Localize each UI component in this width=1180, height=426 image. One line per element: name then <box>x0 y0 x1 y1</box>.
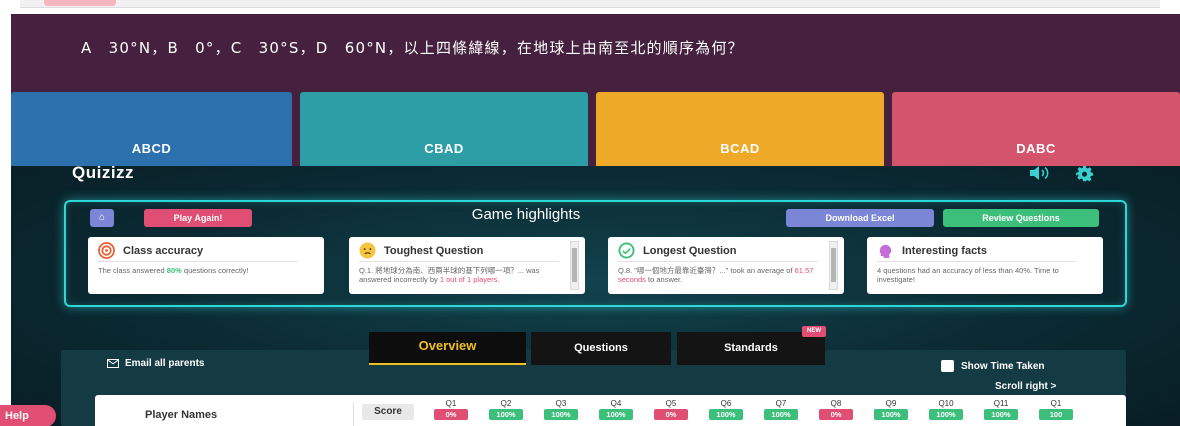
question-column[interactable]: Q2 100% <box>489 399 523 420</box>
card-divider <box>359 261 559 262</box>
scrollbar-thumb[interactable] <box>831 248 836 282</box>
card-divider <box>877 261 1077 262</box>
question-accuracy-badge: 100 <box>1039 409 1073 420</box>
question-column[interactable]: Q1 0% <box>434 399 468 420</box>
toughest-question-title: Toughest Question <box>384 244 484 257</box>
question-accuracy-badge: 100% <box>929 409 963 420</box>
longest-question-card[interactable]: Longest Question Q.8. "哪一個地方最靠近臺灣？..." t… <box>608 237 844 294</box>
toughest-question-card[interactable]: Toughest Question Q.1. 將地球分為南、西兩半球的基下列哪一… <box>349 237 585 294</box>
email-all-parents-button[interactable]: Email all parents <box>107 358 204 369</box>
option-c[interactable]: BCAD <box>596 92 884 166</box>
question-column[interactable]: Q1 100 <box>1039 399 1073 420</box>
game-highlights: ⌂ Play Again! Game highlights Download E… <box>64 200 1127 307</box>
review-questions-button[interactable]: Review Questions <box>943 209 1099 227</box>
question-number: Q1 <box>445 399 457 408</box>
report-panel: Quizizz ⌂ Play Again! Game highlights Do… <box>11 166 1180 426</box>
question-number: Q7 <box>775 399 787 408</box>
show-time-taken-label: Show Time Taken <box>961 360 1045 372</box>
column-divider <box>353 402 354 426</box>
quizizz-logo: Quizizz <box>72 166 135 182</box>
sound-icon[interactable] <box>1030 166 1052 180</box>
question-accuracy-badge: 100% <box>764 409 798 420</box>
worried-face-icon <box>359 242 376 259</box>
interesting-facts-text: 4 questions had an accuracy of less than… <box>877 266 1059 284</box>
question-number: Q4 <box>610 399 622 408</box>
answer-options: ABCD CBAD BCAD DABC <box>11 92 1180 166</box>
question-number: Q6 <box>720 399 732 408</box>
download-excel-button[interactable]: Download Excel <box>786 209 934 227</box>
question-accuracy-badge: 100% <box>984 409 1018 420</box>
class-accuracy-text: The class answered 80% questions correct… <box>98 266 249 275</box>
question-number: Q10 <box>938 399 954 408</box>
question-number: Q9 <box>885 399 897 408</box>
question-accuracy-badge: 100% <box>489 409 523 420</box>
question-panel: A 30°N，B 0°，C 30°S，D 60°N，以上四條緯線，在地球上由南至… <box>11 14 1180 166</box>
question-number: Q3 <box>555 399 567 408</box>
card-scrollbar[interactable] <box>570 241 579 290</box>
option-a[interactable]: ABCD <box>11 92 292 166</box>
show-time-taken-toggle[interactable]: Show Time Taken <box>941 360 1045 372</box>
question-column[interactable]: Q8 0% <box>819 399 853 420</box>
question-column[interactable]: Q9 100% <box>874 399 908 420</box>
question-accuracy-badge: 0% <box>434 409 468 420</box>
longest-question-text: Q.8. "哪一個地方最靠近臺灣？..." took an average of… <box>618 266 814 284</box>
question-column[interactable]: Q3 100% <box>544 399 578 420</box>
question-number: Q2 <box>500 399 512 408</box>
question-column[interactable]: Q6 100% <box>709 399 743 420</box>
interesting-facts-card[interactable]: Interesting facts 4 questions had an acc… <box>867 237 1103 294</box>
question-number: Q8 <box>830 399 842 408</box>
new-badge: NEW <box>802 326 826 337</box>
card-divider <box>618 261 818 262</box>
class-accuracy-card[interactable]: Class accuracy The class answered 80% qu… <box>88 237 324 294</box>
longest-question-title: Longest Question <box>643 244 737 257</box>
question-accuracy-badge: 100% <box>544 409 578 420</box>
email-all-parents-label: Email all parents <box>125 358 205 369</box>
help-button[interactable]: Help <box>0 405 56 426</box>
brain-head-icon <box>879 244 892 259</box>
show-time-taken-checkbox[interactable] <box>941 360 954 372</box>
question-number: Q1 <box>1050 399 1062 408</box>
question-accuracy-badge: 0% <box>654 409 688 420</box>
question-column[interactable]: Q5 0% <box>654 399 688 420</box>
question-text: A 30°N，B 0°，C 30°S，D 60°N，以上四條緯線，在地球上由南至… <box>81 39 744 57</box>
option-d[interactable]: DABC <box>892 92 1180 166</box>
top-strip <box>20 0 1160 8</box>
scroll-right-button[interactable]: Scroll right > <box>995 381 1056 392</box>
interesting-facts-title: Interesting facts <box>902 244 987 257</box>
question-column[interactable]: Q10 100% <box>929 399 963 420</box>
question-accuracy-badge: 100% <box>709 409 743 420</box>
players-table: Player Names Score Q1 0% Q2 100% Q3 100% Q4 100… <box>95 395 1126 426</box>
card-divider <box>98 261 298 262</box>
top-strip-accent <box>44 0 116 6</box>
stopwatch-icon <box>618 242 635 259</box>
mail-icon <box>107 359 119 368</box>
question-column[interactable]: Q11 100% <box>984 399 1018 420</box>
question-number: Q11 <box>993 399 1009 408</box>
question-accuracy-badge: 100% <box>874 409 908 420</box>
scrollbar-thumb[interactable] <box>572 248 577 282</box>
class-accuracy-title: Class accuracy <box>123 244 204 257</box>
question-number: Q5 <box>665 399 677 408</box>
target-icon <box>98 242 115 259</box>
tab-overview[interactable]: Overview <box>369 332 526 365</box>
question-column[interactable]: Q7 100% <box>764 399 798 420</box>
card-scrollbar[interactable] <box>829 241 838 290</box>
player-names-header: Player Names <box>145 409 218 421</box>
home-icon: ⌂ <box>98 212 106 223</box>
game-highlights-title: Game highlights <box>471 206 581 223</box>
play-again-button[interactable]: Play Again! <box>144 209 252 227</box>
toughest-question-text: Q.1. 將地球分為南、西兩半球的基下列哪一項？... was answered… <box>359 266 540 284</box>
home-button[interactable]: ⌂ <box>90 209 114 227</box>
question-accuracy-badge: 0% <box>819 409 853 420</box>
question-accuracy-badge: 100% <box>599 409 633 420</box>
question-column[interactable]: Q4 100% <box>599 399 633 420</box>
tab-questions[interactable]: Questions <box>531 332 671 365</box>
option-b[interactable]: CBAD <box>300 92 588 166</box>
score-header[interactable]: Score <box>362 404 414 420</box>
gear-icon[interactable] <box>1076 166 1093 182</box>
